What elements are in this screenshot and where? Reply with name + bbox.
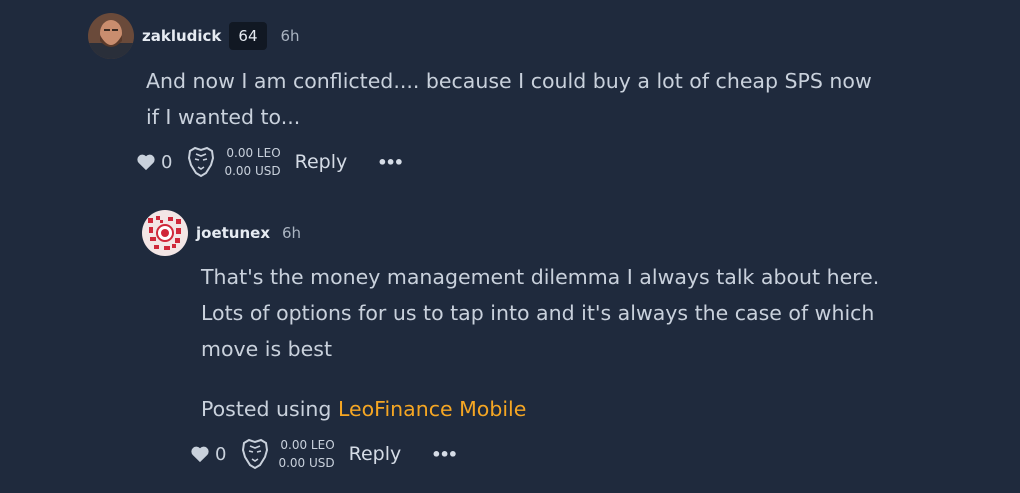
posted-using: Posted using LeoFinance Mobile <box>201 391 526 427</box>
reply-button[interactable]: Reply <box>349 443 402 465</box>
payout-values[interactable]: 0.00 LEO 0.00 USD <box>224 144 280 180</box>
comment-header: joetunex 6h <box>142 210 301 256</box>
comment-body: And now I am conflicted.... because I co… <box>146 63 872 135</box>
body-line: if I wanted to... <box>146 105 301 129</box>
like-count: 0 <box>215 443 227 465</box>
leo-lion-icon <box>188 146 215 178</box>
comment-zakludick: zakludick 64 6h And now I am conflicted.… <box>0 0 1020 190</box>
like-count: 0 <box>161 151 173 173</box>
timestamp[interactable]: 6h <box>281 27 300 45</box>
posted-using-text: Posted using <box>201 397 338 421</box>
comment-actions: 0 0.00 LEO 0.00 USD Reply ••• <box>190 436 458 472</box>
comment-actions: 0 0.00 LEO 0.00 USD Reply ••• <box>136 144 404 180</box>
username[interactable]: zakludick <box>142 27 221 45</box>
leo-lion-icon <box>242 438 269 470</box>
heart-icon[interactable] <box>136 153 156 171</box>
comment-body: That's the money management dilemma I al… <box>201 259 879 367</box>
username[interactable]: joetunex <box>196 224 270 242</box>
usd-value: 0.00 USD <box>278 456 335 470</box>
leo-value: 0.00 LEO <box>280 438 335 452</box>
body-line: move is best <box>201 337 333 361</box>
leo-value: 0.00 LEO <box>226 146 281 160</box>
comment-header: zakludick 64 6h <box>88 13 300 59</box>
avatar[interactable] <box>88 13 134 59</box>
heart-icon[interactable] <box>190 445 210 463</box>
reputation-badge: 64 <box>229 22 267 50</box>
timestamp[interactable]: 6h <box>282 224 301 242</box>
more-options-icon[interactable]: ••• <box>431 445 458 464</box>
reply-button[interactable]: Reply <box>295 151 348 173</box>
body-line: And now I am conflicted.... because I co… <box>146 69 872 93</box>
avatar[interactable] <box>142 210 188 256</box>
body-line: Lots of options for us to tap into and i… <box>201 301 875 325</box>
payout-values[interactable]: 0.00 LEO 0.00 USD <box>278 436 334 472</box>
comment-joetunex: joetunex 6h That's the money management … <box>0 200 1020 493</box>
usd-value: 0.00 USD <box>224 164 281 178</box>
leofinance-mobile-link[interactable]: LeoFinance Mobile <box>338 397 526 421</box>
body-line: That's the money management dilemma I al… <box>201 265 880 289</box>
more-options-icon[interactable]: ••• <box>377 153 404 172</box>
